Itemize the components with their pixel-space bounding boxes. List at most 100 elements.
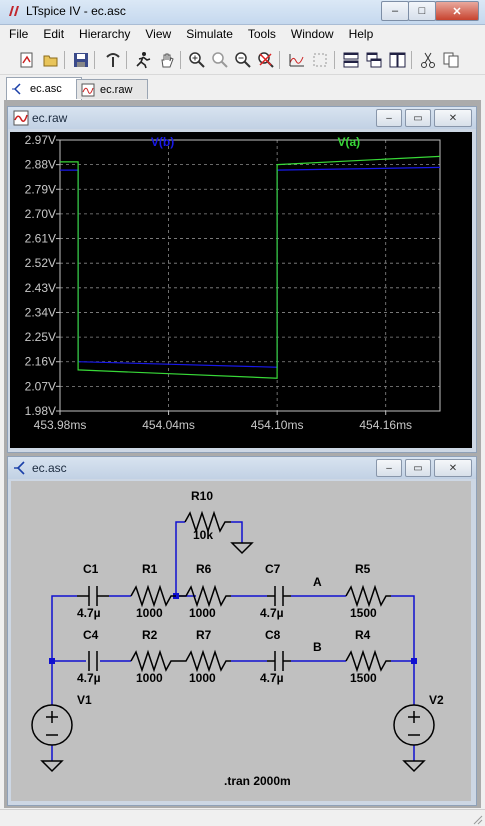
voltage-source-v1[interactable]: [31, 704, 73, 746]
capacitor-c4[interactable]: [86, 651, 98, 671]
tab-label: ec.raw: [100, 83, 133, 96]
status-bar: [0, 809, 485, 826]
schematic-restore-button[interactable]: ▭: [405, 459, 431, 477]
r6-name: R6: [196, 562, 212, 576]
spice-directive[interactable]: .tran 2000m: [224, 774, 291, 788]
r1-value: 1000: [136, 606, 163, 620]
r2-name: R2: [142, 628, 158, 642]
save-icon[interactable]: [71, 50, 91, 70]
mdi-workspace: ec.raw ‒ ▭ ✕ 2.97V 2.88V 2.79V 2.70V 2.61V 2.…: [4, 100, 481, 808]
legend-label-va: V(a): [337, 135, 360, 149]
run-icon[interactable]: [133, 50, 153, 70]
ground-icon: [40, 760, 64, 773]
waveform-plot[interactable]: 2.97V 2.88V 2.79V 2.70V 2.61V 2.52V 2.43V 2.34V…: [10, 132, 472, 448]
capacitor-c8[interactable]: [267, 651, 291, 671]
x-tick-label: 453.98ms: [34, 418, 87, 432]
waveform-window-titlebar[interactable]: ec.raw ‒ ▭ ✕: [8, 107, 476, 129]
maximize-button[interactable]: □: [408, 1, 436, 21]
menu-simulate[interactable]: Simulate: [177, 25, 239, 45]
menu-window[interactable]: Window: [282, 25, 340, 45]
resize-grip-icon[interactable]: [471, 813, 483, 825]
y-tick-label: 2.16V: [25, 355, 56, 369]
minimize-button[interactable]: ‒: [381, 1, 409, 21]
y-tick-label: 2.79V: [25, 182, 56, 196]
document-tabs: ec.asc ec.raw: [0, 76, 485, 100]
resistor-r6[interactable]: [179, 584, 231, 608]
new-schematic-icon[interactable]: [17, 50, 37, 70]
open-icon[interactable]: [41, 50, 61, 70]
plot-background: [10, 132, 472, 448]
x-tick-label: 454.10ms: [251, 418, 304, 432]
schematic-window-title: ec.asc: [32, 461, 67, 475]
title-bar: LTspice IV - ec.asc ‒ □ ✕: [0, 0, 485, 25]
v1-name: V1: [77, 693, 92, 707]
r6-value: 1000: [189, 606, 216, 620]
r10-name: R10: [191, 489, 213, 503]
tile-vertical-icon[interactable]: [387, 50, 407, 70]
close-button[interactable]: ✕: [435, 1, 479, 21]
mark-unmark-icon[interactable]: [310, 50, 330, 70]
zoom-cancel-icon[interactable]: [256, 50, 276, 70]
x-tick-label: 454.04ms: [142, 418, 195, 432]
tile-horizontal-icon[interactable]: [341, 50, 361, 70]
cascade-icon[interactable]: [364, 50, 384, 70]
schematic-close-button[interactable]: ✕: [434, 459, 472, 477]
control-panel-icon[interactable]: [103, 50, 123, 70]
schematic-canvas[interactable]: R10 10k C1 4.7µ R1 1000 R6 1000 C7 4.7µ …: [11, 481, 471, 801]
resistor-r7[interactable]: [179, 649, 231, 673]
cut-icon[interactable]: [418, 50, 438, 70]
resistor-r5[interactable]: [345, 584, 391, 608]
menu-edit[interactable]: Edit: [34, 25, 70, 45]
schematic-window-titlebar[interactable]: ec.asc ‒ ▭ ✕: [8, 457, 476, 479]
y-tick-label: 1.98V: [25, 404, 56, 418]
window-title: LTspice IV - ec.asc: [26, 4, 126, 18]
r10-value: 10k: [193, 528, 213, 542]
autorange-icon[interactable]: [287, 50, 307, 70]
r7-name: R7: [196, 628, 212, 642]
c7-value: 4.7µ: [260, 606, 284, 620]
toolbar: [0, 46, 485, 75]
resistor-r4[interactable]: [345, 649, 391, 673]
copy-icon[interactable]: [441, 50, 461, 70]
zoom-out-icon[interactable]: [233, 50, 253, 70]
waveform-window-title: ec.raw: [32, 111, 68, 125]
menu-file[interactable]: File: [0, 25, 34, 45]
waveform-restore-button[interactable]: ▭: [405, 109, 431, 127]
x-tick-label: 454.16ms: [359, 418, 412, 432]
menu-view[interactable]: View: [136, 25, 177, 45]
y-tick-label: 2.97V: [25, 133, 56, 147]
y-tick-label: 2.88V: [25, 158, 56, 172]
c8-name: C8: [265, 628, 281, 642]
waveform-close-button[interactable]: ✕: [434, 109, 472, 127]
pan-hand-icon[interactable]: [157, 50, 177, 70]
capacitor-c1[interactable]: [77, 586, 109, 606]
r7-value: 1000: [189, 671, 216, 685]
tab-ec-asc[interactable]: ec.asc: [6, 77, 82, 100]
r1-name: R1: [142, 562, 158, 576]
waveform-window: ec.raw ‒ ▭ ✕ 2.97V 2.88V 2.79V 2.70V 2.61V 2.…: [7, 106, 477, 453]
waveform-minimize-button[interactable]: ‒: [376, 109, 402, 127]
resistor-r2[interactable]: [130, 649, 179, 673]
schematic-minimize-button[interactable]: ‒: [376, 459, 402, 477]
schematic-icon: [14, 461, 25, 475]
r4-name: R4: [355, 628, 371, 642]
capacitor-c7[interactable]: [267, 586, 291, 606]
resistor-r1[interactable]: [130, 584, 176, 608]
menu-tools[interactable]: Tools: [239, 25, 282, 45]
ground-icon: [230, 542, 254, 555]
ground-icon: [402, 760, 426, 773]
zoom-in-icon[interactable]: [187, 50, 207, 70]
c1-name: C1: [83, 562, 99, 576]
y-tick-label: 2.70V: [25, 207, 56, 221]
y-tick-label: 2.61V: [25, 232, 56, 246]
tab-ec-raw[interactable]: ec.raw: [76, 79, 148, 99]
y-tick-label: 2.43V: [25, 281, 56, 295]
y-tick-label: 2.34V: [25, 305, 56, 319]
zoom-area-icon[interactable]: [210, 50, 230, 70]
r5-name: R5: [355, 562, 371, 576]
menu-help[interactable]: Help: [340, 25, 380, 45]
menu-hierarchy[interactable]: Hierarchy: [70, 25, 136, 45]
voltage-source-v2[interactable]: [393, 704, 435, 746]
y-tick-label: 2.52V: [25, 256, 56, 270]
tab-label: ec.asc: [30, 83, 62, 95]
